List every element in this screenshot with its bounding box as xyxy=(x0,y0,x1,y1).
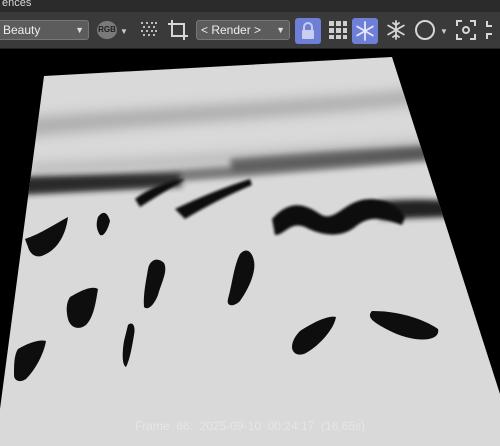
grid-icon[interactable] xyxy=(328,20,348,40)
snowflake-outline-icon[interactable] xyxy=(384,18,408,42)
render-toolbar: Beauty ▼ RGB ▼ < Render > ▼ ▼ xyxy=(0,12,500,49)
dither-icon[interactable] xyxy=(140,21,158,39)
snowflake-icon xyxy=(356,21,374,41)
shrink-icon[interactable] xyxy=(484,19,500,41)
render-select[interactable]: < Render > ▼ xyxy=(196,20,290,40)
crop-icon[interactable] xyxy=(166,18,190,42)
focus-icon[interactable] xyxy=(455,19,477,41)
lock-button[interactable] xyxy=(295,18,321,44)
window-title: ences xyxy=(2,0,32,9)
chevron-down-icon: ▼ xyxy=(276,25,285,35)
render-select-value: < Render > xyxy=(201,23,262,37)
window-title-bar: ences xyxy=(0,0,500,12)
chevron-down-icon[interactable]: ▼ xyxy=(120,27,128,36)
freeze-button[interactable] xyxy=(352,18,378,44)
lock-icon xyxy=(302,22,314,39)
circle-icon[interactable] xyxy=(414,19,438,43)
display-pass-value: Beauty xyxy=(3,23,41,37)
chevron-down-icon[interactable]: ▼ xyxy=(440,27,448,36)
render-status-text: Frame 66: 2025-09-10 00:24:17 (16.65s) xyxy=(134,419,366,433)
rendered-plane-image xyxy=(0,49,500,446)
render-viewport[interactable]: Frame 66: 2025-09-10 00:24:17 (16.65s) xyxy=(0,49,500,446)
rgb-channel-button[interactable]: RGB xyxy=(97,21,117,39)
display-pass-select[interactable]: Beauty ▼ xyxy=(0,20,89,40)
chevron-down-icon: ▼ xyxy=(75,25,84,35)
